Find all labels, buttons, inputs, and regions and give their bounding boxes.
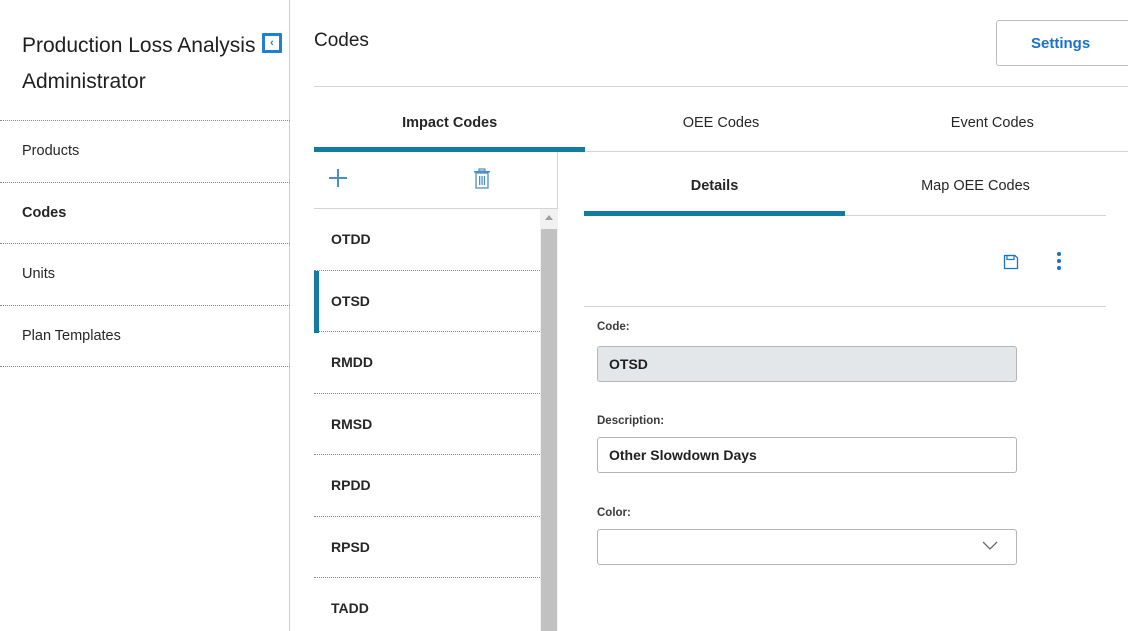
list-item[interactable]: OTDD — [314, 209, 540, 271]
more-vertical-icon[interactable] — [1055, 252, 1063, 272]
tab-impact-codes[interactable]: Impact Codes — [314, 100, 586, 152]
detail-tabs: Details Map OEE Codes — [584, 160, 1106, 216]
code-label: Code: — [597, 321, 630, 333]
code-field — [597, 346, 1017, 382]
list-item-selected[interactable]: OTSD — [314, 270, 540, 332]
left-nav: Production Loss Analysis Administrator ‹… — [0, 0, 290, 631]
nav-item-plan-templates[interactable]: Plan Templates — [0, 306, 290, 367]
tab-oee-codes[interactable]: OEE Codes — [585, 100, 856, 151]
save-icon[interactable] — [1003, 254, 1019, 270]
nav-list: Products Codes Units Plan Templates — [0, 120, 290, 367]
list-item[interactable]: RMDD — [314, 332, 540, 394]
color-label: Color: — [597, 507, 631, 519]
description-field[interactable] — [597, 437, 1017, 473]
list-item[interactable]: RPDD — [314, 455, 540, 517]
nav-item-products[interactable]: Products — [0, 121, 290, 183]
scroll-up-arrow-icon[interactable] — [545, 215, 553, 220]
collapse-nav-button[interactable]: ‹ — [262, 33, 282, 53]
settings-button[interactable]: Settings — [996, 20, 1128, 66]
list-item[interactable]: RPSD — [314, 517, 540, 578]
list-item[interactable]: TADD — [314, 578, 540, 631]
header-divider — [314, 86, 1128, 87]
list-toolbar — [314, 152, 558, 209]
tab-event-codes[interactable]: Event Codes — [857, 100, 1128, 151]
list-item[interactable]: RMSD — [314, 394, 540, 455]
app-title: Production Loss Analysis Administrator — [22, 34, 256, 93]
tab-map-oee-codes[interactable]: Map OEE Codes — [845, 160, 1106, 215]
chevron-left-icon: ‹ — [265, 36, 279, 50]
nav-item-codes[interactable]: Codes — [0, 183, 290, 244]
detail-divider — [584, 306, 1106, 307]
description-label: Description: — [597, 415, 665, 427]
page-title: Codes — [314, 30, 369, 51]
code-list-panel: OTDD OTSD RMDD RMSD RPDD RPSD TADD — [314, 152, 558, 631]
code-list: OTDD OTSD RMDD RMSD RPDD RPSD TADD — [314, 209, 540, 631]
nav-item-units[interactable]: Units — [0, 244, 290, 306]
code-type-tabs: Impact Codes OEE Codes Event Codes — [314, 100, 1128, 152]
color-select[interactable] — [597, 529, 1017, 565]
scrollbar-thumb[interactable] — [541, 229, 557, 631]
tab-details[interactable]: Details — [584, 160, 845, 216]
trash-icon[interactable] — [473, 168, 491, 190]
scrollbar[interactable] — [540, 209, 558, 631]
plus-icon[interactable] — [328, 168, 348, 188]
